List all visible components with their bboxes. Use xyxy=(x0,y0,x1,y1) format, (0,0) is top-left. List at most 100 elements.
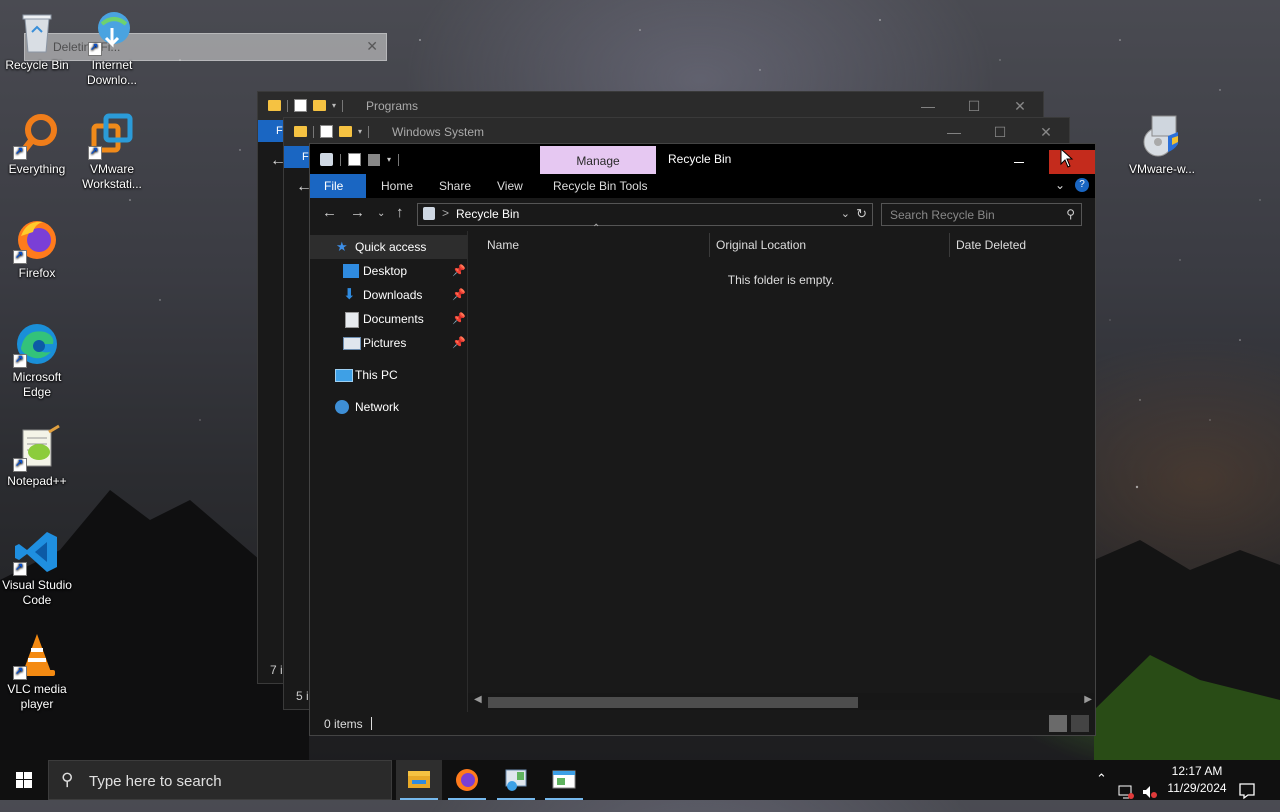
maximize-button[interactable]: ☐ xyxy=(951,92,997,120)
up-arrow-icon[interactable]: ↑ xyxy=(396,204,404,221)
window-title: Recycle Bin xyxy=(668,152,732,166)
minimize-button[interactable] xyxy=(1014,152,1024,163)
show-hidden-icons-chevron-icon[interactable]: ⌃ xyxy=(1096,771,1107,811)
desktop-icon-vscode[interactable]: Visual Studio Code xyxy=(0,528,74,608)
tab-recycle-bin-tools[interactable]: Recycle Bin Tools xyxy=(539,174,662,198)
recycle-bin-icon xyxy=(320,153,333,166)
taskbar-control-panel[interactable] xyxy=(493,760,539,800)
tab-share[interactable]: Share xyxy=(425,174,485,198)
new-folder-icon[interactable] xyxy=(368,153,380,166)
tab-view[interactable]: View xyxy=(483,174,537,198)
pin-icon[interactable]: 📌 xyxy=(452,283,466,307)
nav-item-label: Network xyxy=(355,400,400,414)
new-folder-icon[interactable] xyxy=(339,126,352,137)
recycle-bin-titlebar[interactable]: ▾ Manage Recycle Bin xyxy=(310,144,1095,174)
taskbar-clock[interactable]: 12:17 AM 11/29/2024 xyxy=(1160,763,1234,797)
desktop-icon-microsoft-edge[interactable]: Microsoft Edge xyxy=(0,320,74,400)
status-divider xyxy=(371,717,372,730)
chevron-down-icon[interactable]: ▾ xyxy=(358,127,362,136)
nav-item-documents[interactable]: Documents 📌 xyxy=(310,307,467,331)
file-explorer-icon xyxy=(408,771,430,788)
properties-icon[interactable] xyxy=(320,125,333,138)
recycle-bin-icon xyxy=(423,207,435,220)
desktop-icon-vmware-workstation[interactable]: VMware Workstati... xyxy=(75,112,149,192)
maximize-button[interactable]: ☐ xyxy=(977,118,1023,146)
nav-item-downloads[interactable]: ⬇ Downloads 📌 xyxy=(310,283,467,307)
clock-date: 11/29/2024 xyxy=(1167,781,1227,795)
column-header-name[interactable]: Name xyxy=(487,231,519,259)
notification-center-icon[interactable] xyxy=(1238,771,1256,811)
taskbar-file-explorer[interactable] xyxy=(396,760,442,800)
chevron-down-icon[interactable]: ▾ xyxy=(332,101,336,110)
close-button[interactable]: ✕ xyxy=(1023,118,1069,146)
desktop-icon-internet-download-manager[interactable]: Internet Downlo... xyxy=(75,8,149,88)
minimize-button[interactable]: — xyxy=(905,92,951,120)
recycle-bin-window[interactable]: ▾ Manage Recycle Bin File Home Share Vie… xyxy=(309,143,1096,736)
breadcrumb-separator[interactable]: > xyxy=(442,206,449,220)
scroll-left-arrow-icon[interactable]: ◀ xyxy=(474,694,482,705)
address-dropdown-icon[interactable]: ⌄ xyxy=(841,207,850,220)
help-icon[interactable]: ? xyxy=(1075,178,1089,192)
taskbar-search-box[interactable]: ⚲ Type here to search xyxy=(48,760,392,800)
recent-locations-chevron-icon[interactable]: ⌄ xyxy=(377,208,385,219)
manage-context-tab[interactable]: Manage xyxy=(540,146,656,174)
nav-item-quick-access[interactable]: ★ Quick access xyxy=(310,235,467,259)
close-button[interactable]: ✕ xyxy=(997,92,1043,120)
notepad-plus-plus-icon xyxy=(13,424,61,472)
desktop-icon-recycle-bin[interactable]: Recycle Bin xyxy=(0,8,74,73)
desktop-icon-everything[interactable]: Everything xyxy=(0,112,74,177)
scrollbar-thumb[interactable] xyxy=(488,697,858,708)
pin-icon[interactable]: 📌 xyxy=(452,331,466,355)
large-icons-view-button[interactable] xyxy=(1071,715,1089,732)
desktop-icon-vlc[interactable]: VLC media player xyxy=(0,632,74,712)
nav-item-pictures[interactable]: Pictures 📌 xyxy=(310,331,467,355)
tab-file[interactable]: File xyxy=(310,174,366,198)
column-divider[interactable] xyxy=(949,233,950,257)
details-view-button[interactable] xyxy=(1049,715,1067,732)
desktop-icon-label: Internet Downlo... xyxy=(86,58,138,87)
refresh-icon[interactable]: ↻ xyxy=(856,206,867,222)
column-header-date-deleted[interactable]: Date Deleted xyxy=(956,231,1026,259)
network-status-icon[interactable] xyxy=(1117,772,1135,812)
horizontal-scrollbar[interactable]: ◀ ▶ xyxy=(468,693,1094,710)
nav-item-network[interactable]: Network xyxy=(310,395,467,419)
taskbar-firefox[interactable] xyxy=(444,760,490,800)
forward-arrow-icon[interactable]: → xyxy=(350,204,365,221)
search-box[interactable]: Search Recycle Bin ⚲ xyxy=(881,203,1082,226)
desktop-icon-label: Microsoft Edge xyxy=(12,370,62,399)
taskbar-app-window[interactable] xyxy=(541,760,587,800)
expand-ribbon-chevron-icon[interactable]: ⌄ xyxy=(1055,178,1065,192)
desktop-icon-label: Notepad++ xyxy=(7,474,67,488)
minimize-button[interactable]: — xyxy=(931,118,977,146)
nav-item-this-pc[interactable]: This PC xyxy=(310,363,467,387)
tab-home[interactable]: Home xyxy=(367,174,427,198)
pin-icon[interactable]: 📌 xyxy=(452,307,466,331)
desktop-icon-notepad-plus-plus[interactable]: Notepad++ xyxy=(0,424,74,489)
desktop-icon-firefox[interactable]: Firefox xyxy=(0,216,74,281)
file-list[interactable]: Name ⌃ Original Location Date Deleted Th… xyxy=(468,223,1094,712)
close-icon: ✕ xyxy=(366,38,378,54)
chevron-down-icon[interactable]: ▾ xyxy=(387,155,391,164)
column-header-original-location[interactable]: Original Location xyxy=(716,231,806,259)
properties-icon[interactable] xyxy=(348,153,361,166)
firefox-icon xyxy=(13,216,61,264)
properties-icon[interactable] xyxy=(294,99,307,112)
address-bar[interactable]: > Recycle Bin ⌄ ↻ xyxy=(417,203,873,226)
windows-logo-icon xyxy=(16,772,32,788)
nav-item-label: Pictures xyxy=(363,336,407,350)
desktop-icon-vmware-installer[interactable]: VMware-w... xyxy=(1125,112,1199,177)
column-divider[interactable] xyxy=(709,233,710,257)
scroll-right-arrow-icon[interactable]: ▶ xyxy=(1084,694,1092,705)
breadcrumb-recycle-bin[interactable]: Recycle Bin xyxy=(456,207,519,221)
programs-titlebar[interactable]: ▾ Programs — ☐ ✕ xyxy=(258,92,1043,120)
pin-icon[interactable]: 📌 xyxy=(452,259,466,283)
vscode-icon xyxy=(13,528,61,576)
nav-item-desktop[interactable]: Desktop 📌 xyxy=(310,259,467,283)
navigation-pane: ★ Quick access Desktop 📌 ⬇ Downloads 📌 D… xyxy=(310,231,468,712)
desktop-icon-label: Firefox xyxy=(18,266,56,280)
windows-system-titlebar[interactable]: ▾ Windows System — ☐ ✕ xyxy=(284,118,1069,146)
back-arrow-icon[interactable]: ← xyxy=(322,204,337,221)
start-button[interactable] xyxy=(0,760,48,800)
new-folder-icon[interactable] xyxy=(313,100,326,111)
volume-muted-icon[interactable] xyxy=(1141,772,1159,812)
